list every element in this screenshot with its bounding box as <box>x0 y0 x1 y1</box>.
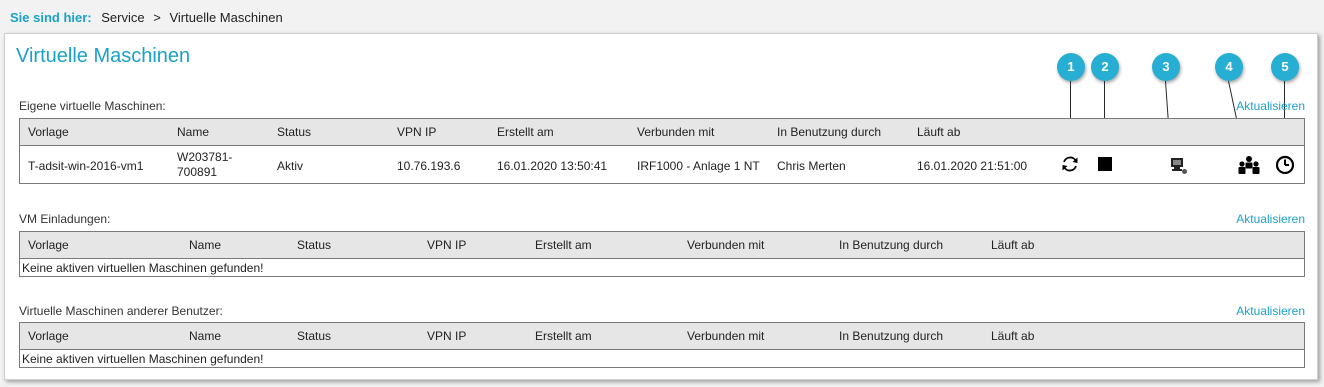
callout-badge-1: 1 <box>1057 53 1085 81</box>
page-title: Virtuelle Maschinen <box>16 45 191 67</box>
column-header-benutzung[interactable]: In Benutzung durch <box>839 329 943 343</box>
column-header-laeuft-ab[interactable]: Läuft ab <box>991 329 1034 343</box>
refresh-link-invitations[interactable]: Aktualisieren <box>1236 212 1305 226</box>
column-header-laeuft-ab[interactable]: Läuft ab <box>917 125 960 139</box>
column-header-vpn-ip[interactable]: VPN IP <box>427 238 466 252</box>
callout-badge-5: 5 <box>1271 53 1299 81</box>
clock-icon[interactable] <box>1275 155 1295 175</box>
callout-badge-3: 3 <box>1152 53 1180 81</box>
table-header: Vorlage Name Status VPN IP Erstellt am V… <box>20 232 1304 259</box>
cell-name: W203781- 700891 <box>177 150 232 180</box>
column-header-vpn-ip[interactable]: VPN IP <box>427 329 466 343</box>
column-header-name[interactable]: Name <box>189 238 221 252</box>
cell-name-line2: 700891 <box>177 165 218 179</box>
breadcrumb: Sie sind hier: Service > Virtuelle Masch… <box>10 10 283 25</box>
column-header-vorlage[interactable]: Vorlage <box>28 329 69 343</box>
empty-message: Keine aktiven virtuellen Maschinen gefun… <box>22 261 264 275</box>
empty-message: Keine aktiven virtuellen Maschinen gefun… <box>22 352 264 366</box>
column-header-vorlage[interactable]: Vorlage <box>28 238 69 252</box>
column-header-verbunden[interactable]: Verbunden mit <box>687 238 764 252</box>
column-header-name[interactable]: Name <box>177 125 209 139</box>
table-header: Vorlage Name Status VPN IP Erstellt am V… <box>20 323 1304 350</box>
column-header-laeuft-ab[interactable]: Läuft ab <box>991 238 1034 252</box>
column-header-erstellt[interactable]: Erstellt am <box>535 329 592 343</box>
cell-benutzung: Chris Merten <box>777 159 846 173</box>
breadcrumb-item-current: Virtuelle Maschinen <box>169 10 283 25</box>
column-header-benutzung[interactable]: In Benutzung durch <box>839 238 943 252</box>
cell-vpn-ip: 10.76.193.6 <box>397 159 461 173</box>
cell-name-line1: W203781- <box>177 150 233 164</box>
column-header-erstellt[interactable]: Erstellt am <box>497 125 554 139</box>
refresh-icon[interactable] <box>1060 154 1080 174</box>
column-header-vpn-ip[interactable]: VPN IP <box>397 125 436 139</box>
refresh-link-own-vms[interactable]: Aktualisieren <box>1236 99 1305 113</box>
callout-badge-4: 4 <box>1215 53 1243 81</box>
own-vms-table: Vorlage Name Status VPN IP Erstellt am V… <box>19 118 1305 184</box>
users-icon[interactable] <box>1237 155 1261 175</box>
cell-laeuft-ab: 16.01.2020 21:51:00 <box>917 159 1028 173</box>
stop-icon[interactable] <box>1098 157 1112 171</box>
column-header-name[interactable]: Name <box>189 329 221 343</box>
column-header-benutzung[interactable]: In Benutzung durch <box>777 125 881 139</box>
cell-verbunden: IRF1000 - Anlage 1 NT <box>637 159 760 173</box>
column-header-vorlage[interactable]: Vorlage <box>28 125 69 139</box>
column-header-erstellt[interactable]: Erstellt am <box>535 238 592 252</box>
column-header-status[interactable]: Status <box>297 329 331 343</box>
column-header-status[interactable]: Status <box>277 125 311 139</box>
breadcrumb-label: Sie sind hier: <box>10 10 92 25</box>
section-title-own-vms: Eigene virtuelle Maschinen: <box>19 99 166 113</box>
callout-badge-2: 2 <box>1091 53 1119 81</box>
table-header: Vorlage Name Status VPN IP Erstellt am V… <box>20 119 1304 146</box>
cell-status: Aktiv <box>277 159 304 173</box>
breadcrumb-separator: > <box>153 10 161 25</box>
cell-erstellt: 16.01.2020 13:50:41 <box>497 159 608 173</box>
remote-desktop-icon[interactable] <box>1170 157 1188 175</box>
breadcrumb-item-service[interactable]: Service <box>101 10 144 25</box>
section-title-invitations: VM Einladungen: <box>19 212 111 226</box>
section-title-other-users: Virtuelle Maschinen anderer Benutzer: <box>19 304 223 318</box>
invitations-table: Vorlage Name Status VPN IP Erstellt am V… <box>19 231 1305 277</box>
cell-vorlage: T-adsit-win-2016-vm1 <box>28 159 144 173</box>
column-header-verbunden[interactable]: Verbunden mit <box>687 329 764 343</box>
column-header-verbunden[interactable]: Verbunden mit <box>637 125 714 139</box>
other-users-table: Vorlage Name Status VPN IP Erstellt am V… <box>19 322 1305 368</box>
refresh-link-other-users[interactable]: Aktualisieren <box>1236 304 1305 318</box>
column-header-status[interactable]: Status <box>297 238 331 252</box>
